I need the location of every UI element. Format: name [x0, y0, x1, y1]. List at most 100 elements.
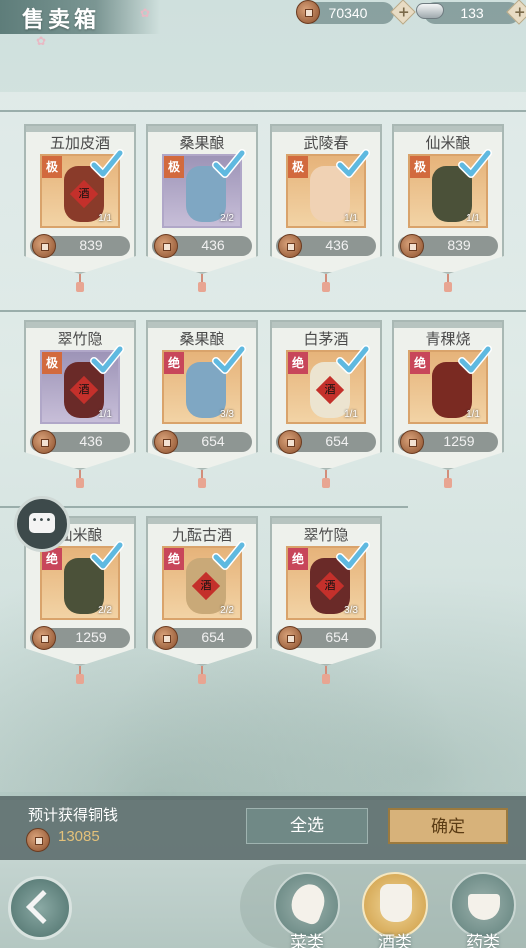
item-price: 654	[325, 629, 349, 645]
price-pill: 1259	[398, 430, 498, 454]
wine-item-card[interactable]: 翠竹隐酒绝 3/3 654	[270, 516, 382, 686]
sell-summary-bar: 预计获得铜钱 13085 全选 确定	[0, 796, 526, 860]
item-price: 436	[79, 433, 103, 449]
price-pill: 436	[152, 234, 252, 258]
tassel-decoration	[322, 470, 330, 490]
jar-label: 酒	[324, 579, 336, 592]
back-button[interactable]	[8, 876, 72, 940]
blossom-decoration: ✿	[140, 6, 151, 20]
item-quantity: 1/1	[466, 409, 480, 420]
copper-coin-icon	[154, 430, 178, 454]
item-picture: 绝 3/3	[162, 345, 246, 424]
item-picture: 酒 绝 3/3	[286, 541, 370, 620]
item-price: 654	[201, 433, 225, 449]
copper-coin-icon	[154, 626, 178, 650]
price-pill: 654	[152, 430, 252, 454]
check-icon[interactable]	[90, 344, 124, 378]
item-price: 436	[325, 237, 349, 253]
copper-coin-icon	[400, 430, 424, 454]
silver-ingot-icon	[416, 3, 444, 19]
check-icon[interactable]	[336, 148, 370, 182]
item-quantity: 1/1	[98, 213, 112, 224]
add-copper-button[interactable]: +	[390, 0, 416, 25]
wine-item-card[interactable]: 翠竹隐酒极 1/1 436	[24, 320, 136, 490]
item-picture: 极 1/1	[286, 149, 370, 228]
price-pill: 654	[152, 626, 252, 650]
check-icon[interactable]	[458, 148, 492, 182]
tassel-decoration	[444, 470, 452, 490]
wine-item-card[interactable]: 桑果酿极 2/2 436	[146, 124, 258, 294]
item-quantity: 3/3	[220, 409, 234, 420]
select-all-button[interactable]: 全选	[246, 808, 368, 844]
wine-item-card[interactable]: 桑果酿绝 3/3 654	[146, 320, 258, 490]
category-medicine-label: 药类	[466, 933, 500, 948]
price-pill: 839	[398, 234, 498, 258]
item-picture: 极 1/1	[408, 149, 492, 228]
tassel-decoration	[76, 666, 84, 686]
item-price: 654	[325, 433, 349, 449]
back-arrow-icon	[26, 890, 60, 924]
page-title: 售卖箱	[22, 7, 101, 33]
item-picture: 极 2/2	[162, 149, 246, 228]
copper-amount: 70340	[328, 5, 368, 21]
item-price: 1259	[75, 629, 107, 645]
item-price: 839	[447, 237, 471, 253]
item-price: 436	[201, 237, 225, 253]
wine-item-card[interactable]: 五加皮酒酒极 1/1 839	[24, 124, 136, 294]
grade-badge: 绝	[410, 352, 430, 374]
wine-jar-icon	[380, 884, 412, 922]
check-icon[interactable]	[212, 540, 246, 574]
item-picture: 酒 极 1/1	[40, 149, 124, 228]
item-picture: 酒 绝 2/2	[162, 541, 246, 620]
estimate-total: 13085	[58, 828, 100, 845]
tassel-decoration	[322, 666, 330, 686]
grade-badge: 极	[164, 156, 184, 178]
item-picture: 酒 绝 1/1	[286, 345, 370, 424]
item-picture: 酒 极 1/1	[40, 345, 124, 424]
copper-coin-icon	[296, 0, 320, 24]
tassel-decoration	[76, 274, 84, 294]
copper-coin-icon	[400, 234, 424, 258]
grade-badge: 绝	[164, 352, 184, 374]
shelf-divider	[0, 110, 526, 112]
tassel-decoration	[76, 470, 84, 490]
copper-coin-icon	[278, 626, 302, 650]
wine-item-card[interactable]: 青稞烧绝 1/1 1259	[392, 320, 504, 490]
copper-coin-icon	[32, 626, 56, 650]
wine-item-card[interactable]: 仙米酿极 1/1 839	[392, 124, 504, 294]
grade-badge: 极	[410, 156, 430, 178]
estimate-label: 预计获得铜钱	[28, 806, 119, 824]
confirm-button[interactable]: 确定	[388, 808, 508, 844]
wine-item-card[interactable]: 九酝古酒酒绝 2/2 654	[146, 516, 258, 686]
copper-coin-icon	[154, 234, 178, 258]
grade-badge: 绝	[288, 548, 308, 570]
item-quantity: 1/1	[98, 409, 112, 420]
grade-badge: 绝	[288, 352, 308, 374]
jar-label: 酒	[200, 579, 212, 592]
tassel-decoration	[322, 274, 330, 294]
item-picture: 绝 1/1	[408, 345, 492, 424]
category-wine-label: 酒类	[378, 933, 412, 948]
price-pill: 654	[276, 430, 376, 454]
wine-item-card[interactable]: 白茅酒酒绝 1/1 654	[270, 320, 382, 490]
check-icon[interactable]	[90, 148, 124, 182]
check-icon[interactable]	[90, 540, 124, 574]
mortar-bowl-icon	[468, 894, 500, 920]
copper-coin-icon	[278, 234, 302, 258]
item-quantity: 1/1	[466, 213, 480, 224]
tassel-decoration	[198, 274, 206, 294]
category-food-label: 菜类	[290, 933, 324, 948]
jar-label: 酒	[78, 187, 90, 200]
grade-badge: 极	[42, 352, 62, 374]
jar-label: 酒	[324, 383, 336, 396]
chat-button[interactable]	[14, 496, 70, 552]
silver-amount: 133	[460, 5, 484, 21]
wine-item-card[interactable]: 武陵春极 1/1 436	[270, 124, 382, 294]
item-picture: 绝 2/2	[40, 541, 124, 620]
check-icon[interactable]	[336, 344, 370, 378]
check-icon[interactable]	[336, 540, 370, 574]
check-icon[interactable]	[212, 148, 246, 182]
check-icon[interactable]	[458, 344, 492, 378]
top-bar: 售卖箱 ✿ ✿ 70340 + 133 +	[0, 0, 526, 48]
check-icon[interactable]	[212, 344, 246, 378]
